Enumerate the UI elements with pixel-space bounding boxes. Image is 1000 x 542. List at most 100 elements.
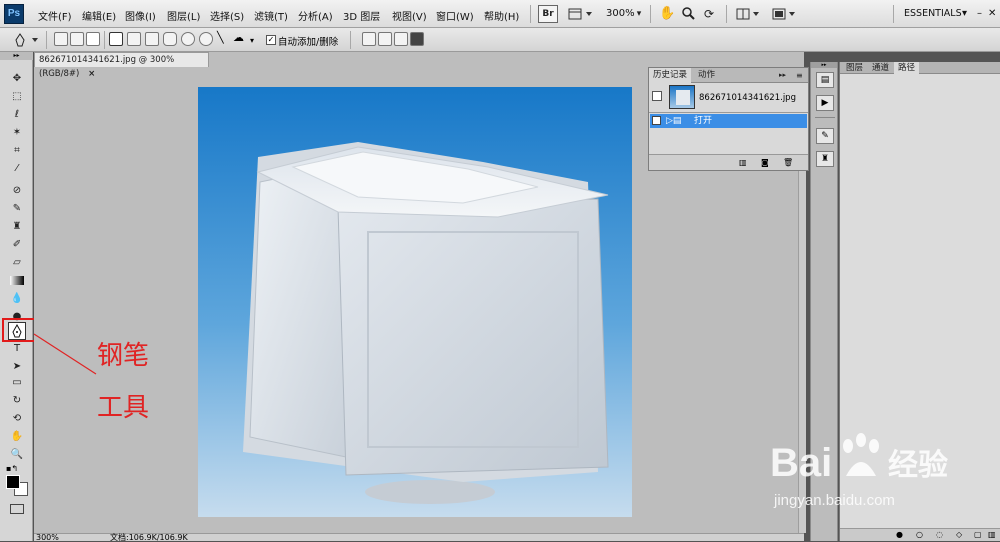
view-extras-icon [568, 8, 592, 20]
rotate-view-icon[interactable]: ⟳ [700, 5, 718, 23]
menu-file[interactable]: 文件(F) [38, 8, 72, 23]
delete-path-icon[interactable]: ▥ [988, 530, 996, 539]
new-document-from-state-icon[interactable]: ▥ [739, 158, 747, 167]
brushes-panel-icon[interactable]: ✎ [816, 128, 834, 144]
zoom-icon[interactable] [679, 5, 697, 23]
hand-tool-icon[interactable]: ✋ [10, 430, 24, 443]
tab-actions[interactable]: 动作 [694, 68, 719, 83]
type-tool-icon[interactable]: T [10, 342, 24, 355]
stroke-path-icon[interactable]: ○ [916, 530, 923, 539]
photo-white-cube [198, 87, 632, 517]
history-brush-tool-icon[interactable]: ✐ [10, 238, 24, 251]
3d-orbit-tool-icon[interactable]: ⟲ [10, 412, 24, 425]
snapshot-thumbnail[interactable] [669, 85, 695, 109]
spot-healing-tool-icon[interactable]: ⊘ [10, 184, 24, 197]
arrange-documents-button[interactable] [734, 5, 762, 23]
zoom-level[interactable]: 300% [606, 8, 635, 19]
menu-image[interactable]: 图像(I) [125, 8, 156, 23]
delete-state-icon[interactable]: 🗑 [783, 158, 793, 167]
quick-mask-icon[interactable] [10, 504, 24, 514]
view-extras-button[interactable] [565, 5, 595, 23]
zoom-tool-icon[interactable]: 🔍 [10, 448, 24, 461]
rectangle-shape-icon[interactable] [145, 32, 159, 46]
close-document-icon[interactable]: × [88, 69, 95, 79]
hand-icon[interactable]: ✋ [658, 5, 676, 23]
icon-strip-collapse-icon[interactable]: ▸▸ [811, 62, 837, 68]
eraser-tool-icon[interactable]: ▱ [10, 256, 24, 269]
eyedropper-tool-icon[interactable]: ⁄ [10, 162, 24, 175]
history-state-label: 打开 [694, 116, 713, 126]
make-work-path-icon[interactable]: ◇ [956, 530, 962, 539]
history-state-row[interactable]: ▷▤ 打开 [650, 114, 807, 128]
panel-menu-icon[interactable]: ≡ [792, 68, 807, 83]
menu-select[interactable]: 选择(S) [210, 8, 244, 23]
annotation-line-2: 工具 [97, 393, 150, 423]
gradient-tool-icon[interactable] [10, 276, 24, 285]
menu-edit[interactable]: 编辑(E) [82, 8, 116, 23]
line-shape-icon[interactable]: ╲ [217, 32, 231, 46]
freeform-pen-icon[interactable] [127, 32, 141, 46]
minimize-icon[interactable]: – [977, 8, 982, 19]
history-state-source-icon[interactable] [652, 116, 661, 125]
menu-layer[interactable]: 图层(L) [167, 8, 200, 23]
fill-path-icon[interactable]: ● [896, 530, 903, 539]
zoom-dropdown-icon[interactable]: ▾ [634, 5, 644, 23]
snapshot-brush-source-icon[interactable] [652, 91, 662, 101]
baidu-watermark: Bai 经验 jingyan.baidu.com [770, 433, 995, 520]
tab-channels[interactable]: 通道 [868, 62, 893, 74]
menu-filter[interactable]: 滤镜(T) [254, 8, 288, 23]
marquee-tool-icon[interactable]: ⬚ [10, 90, 24, 103]
combine-subtract-icon[interactable] [378, 32, 392, 46]
close-window-icon[interactable]: ✕ [988, 8, 996, 19]
paths-mode-icon[interactable] [70, 32, 84, 46]
move-tool-icon[interactable]: ✥ [10, 72, 24, 85]
new-path-icon[interactable]: ▢ [974, 530, 982, 539]
blur-tool-icon[interactable]: 💧 [10, 292, 24, 305]
history-panel-icon[interactable]: ▤ [816, 72, 834, 88]
default-colors-icon[interactable]: ▪↰ [6, 464, 18, 473]
shape-tool-icon[interactable]: ▭ [10, 376, 24, 389]
path-selection-tool-icon[interactable]: ➤ [10, 360, 24, 373]
combine-intersect-icon[interactable] [394, 32, 408, 46]
menu-window[interactable]: 窗口(W) [436, 8, 474, 23]
tab-paths[interactable]: 路径 [894, 62, 920, 74]
combine-exclude-icon[interactable] [410, 32, 424, 46]
magic-wand-tool-icon[interactable]: ✶ [10, 126, 24, 139]
panel-collapse-icon[interactable]: ▸▸ [775, 68, 790, 83]
geometry-options-dropdown-icon[interactable]: ▾ [250, 36, 254, 45]
options-bar: ╲ ☁ ▾ ✓ 自动添加/删除 [0, 28, 1000, 52]
bridge-button[interactable]: Br [538, 5, 558, 23]
menu-analysis[interactable]: 分析(A) [298, 8, 333, 23]
new-snapshot-icon[interactable]: ◙ [761, 158, 769, 167]
document-tab[interactable]: 862671014341621.jpg @ 300%(RGB/8#) × [34, 52, 209, 79]
pen-mode-icon[interactable] [109, 32, 123, 46]
load-as-selection-icon[interactable]: ◌ [936, 530, 943, 539]
actions-panel-icon[interactable]: ▶ [816, 95, 834, 111]
toolbox-collapse-icon[interactable]: ▸▸ [0, 52, 33, 60]
tool-preset-picker[interactable] [12, 32, 40, 48]
menu-view[interactable]: 视图(V) [392, 8, 427, 23]
menu-help[interactable]: 帮助(H) [484, 8, 519, 23]
combine-add-icon[interactable] [362, 32, 376, 46]
foreground-color-swatch[interactable] [6, 475, 20, 489]
lasso-tool-icon[interactable]: ℓ [10, 108, 24, 121]
brush-tool-icon[interactable]: ✎ [10, 202, 24, 215]
3d-rotate-tool-icon[interactable]: ↻ [10, 394, 24, 407]
tab-layers[interactable]: 图层 [842, 62, 867, 74]
auto-add-delete-checkbox[interactable]: ✓ [266, 35, 276, 45]
ellipse-shape-icon[interactable] [181, 32, 195, 46]
screen-mode-button[interactable] [770, 5, 798, 23]
fill-pixels-icon[interactable] [86, 32, 100, 46]
image-canvas[interactable] [198, 87, 632, 517]
menu-3d[interactable]: 3D 图层 [343, 8, 380, 23]
workspace-dropdown-icon[interactable]: ▾ [962, 8, 967, 19]
custom-shape-icon[interactable]: ☁ [233, 32, 247, 46]
rounded-rectangle-icon[interactable] [163, 32, 177, 46]
tab-history[interactable]: 历史记录 [649, 68, 692, 83]
crop-tool-icon[interactable]: ⌗ [10, 144, 24, 157]
shape-layers-icon[interactable] [54, 32, 68, 46]
workspace-switcher[interactable]: ESSENTIALS [904, 8, 962, 19]
polygon-shape-icon[interactable] [199, 32, 213, 46]
clone-stamp-tool-icon[interactable]: ♜ [10, 220, 24, 233]
clone-source-panel-icon[interactable]: ♜ [816, 151, 834, 167]
